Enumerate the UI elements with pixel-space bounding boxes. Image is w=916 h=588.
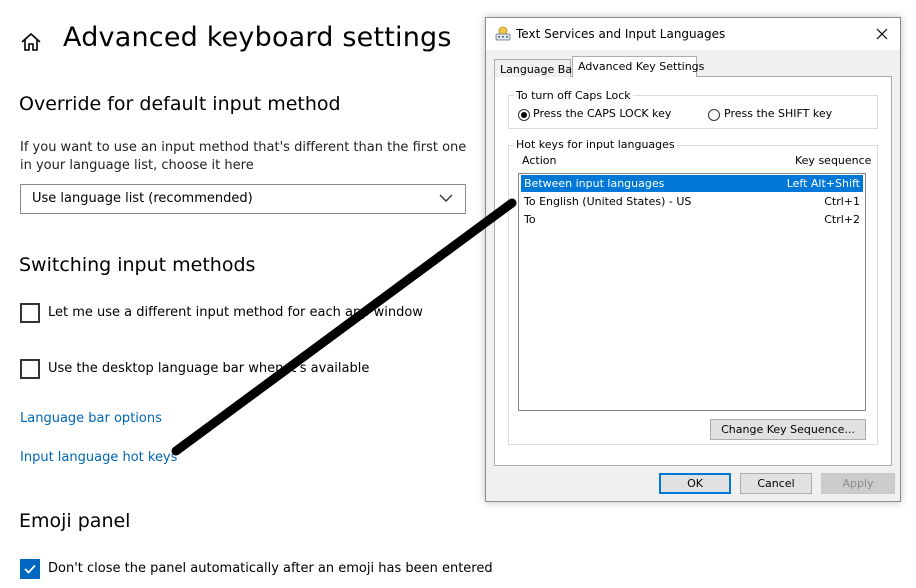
list-item[interactable]: To English (United States) - US Ctrl+1 — [521, 193, 863, 210]
per-app-input-label: Let me use a different input method for … — [48, 305, 423, 320]
chevron-down-icon — [439, 194, 453, 202]
hot-keys-list[interactable]: Between input languages Left Alt+Shift T… — [518, 173, 866, 411]
override-description: If you want to use an input method that'… — [20, 140, 467, 173]
list-item-action: To — [524, 213, 536, 226]
caps-lock-key-label: Press the CAPS LOCK key — [533, 107, 672, 120]
dialog-titlebar[interactable]: Text Services and Input Languages — [486, 18, 900, 50]
switching-heading: Switching input methods — [19, 254, 256, 276]
tab-advanced-key-settings[interactable]: Advanced Key Settings — [572, 56, 704, 77]
dropdown-value: Use language list (recommended) — [32, 191, 253, 206]
per-app-input-checkbox[interactable] — [20, 303, 40, 323]
emoji-heading: Emoji panel — [19, 510, 131, 532]
desktop-language-bar-label: Use the desktop language bar when it's a… — [48, 361, 370, 376]
caps-lock-key-radio[interactable] — [518, 109, 530, 121]
desktop-language-bar-checkbox[interactable] — [20, 359, 40, 379]
input-language-hot-keys-link[interactable]: Input language hot keys — [20, 450, 177, 465]
hot-keys-group-label: Hot keys for input languages — [514, 138, 677, 151]
language-bar-options-link[interactable]: Language bar options — [20, 411, 162, 426]
checkmark-icon — [24, 564, 36, 574]
shift-key-radio[interactable] — [708, 109, 720, 121]
page-title: Advanced keyboard settings — [63, 22, 452, 53]
close-icon[interactable] — [872, 24, 892, 44]
column-header-key-sequence[interactable]: Key sequence — [795, 154, 871, 167]
ok-button[interactable]: OK — [659, 473, 731, 494]
shift-key-label: Press the SHIFT key — [724, 107, 833, 120]
tab-language-bar[interactable]: Language Bar — [494, 59, 577, 77]
list-item-keys: Ctrl+2 — [824, 213, 860, 226]
change-key-sequence-button[interactable]: Change Key Sequence... — [710, 419, 866, 440]
override-heading: Override for default input method — [19, 93, 341, 115]
list-item[interactable]: Between input languages Left Alt+Shift — [521, 175, 863, 192]
keyboard-globe-icon — [495, 26, 511, 41]
apply-button[interactable]: Apply — [821, 473, 895, 494]
cancel-button[interactable]: Cancel — [740, 473, 812, 494]
input-method-dropdown[interactable]: Use language list (recommended) — [20, 184, 466, 214]
emoji-keep-open-label: Don't close the panel automatically afte… — [48, 561, 493, 576]
list-item-action: Between input languages — [524, 177, 665, 190]
list-item-action: To English (United States) - US — [524, 195, 692, 208]
column-header-action[interactable]: Action — [522, 154, 556, 167]
dialog-title: Text Services and Input Languages — [516, 27, 726, 41]
home-icon[interactable] — [20, 31, 42, 53]
emoji-keep-open-checkbox[interactable] — [20, 559, 40, 579]
list-item-keys: Left Alt+Shift — [786, 177, 860, 190]
caps-lock-group-label: To turn off Caps Lock — [514, 89, 633, 102]
list-item[interactable]: To Ctrl+2 — [521, 211, 863, 228]
list-item-keys: Ctrl+1 — [824, 195, 860, 208]
